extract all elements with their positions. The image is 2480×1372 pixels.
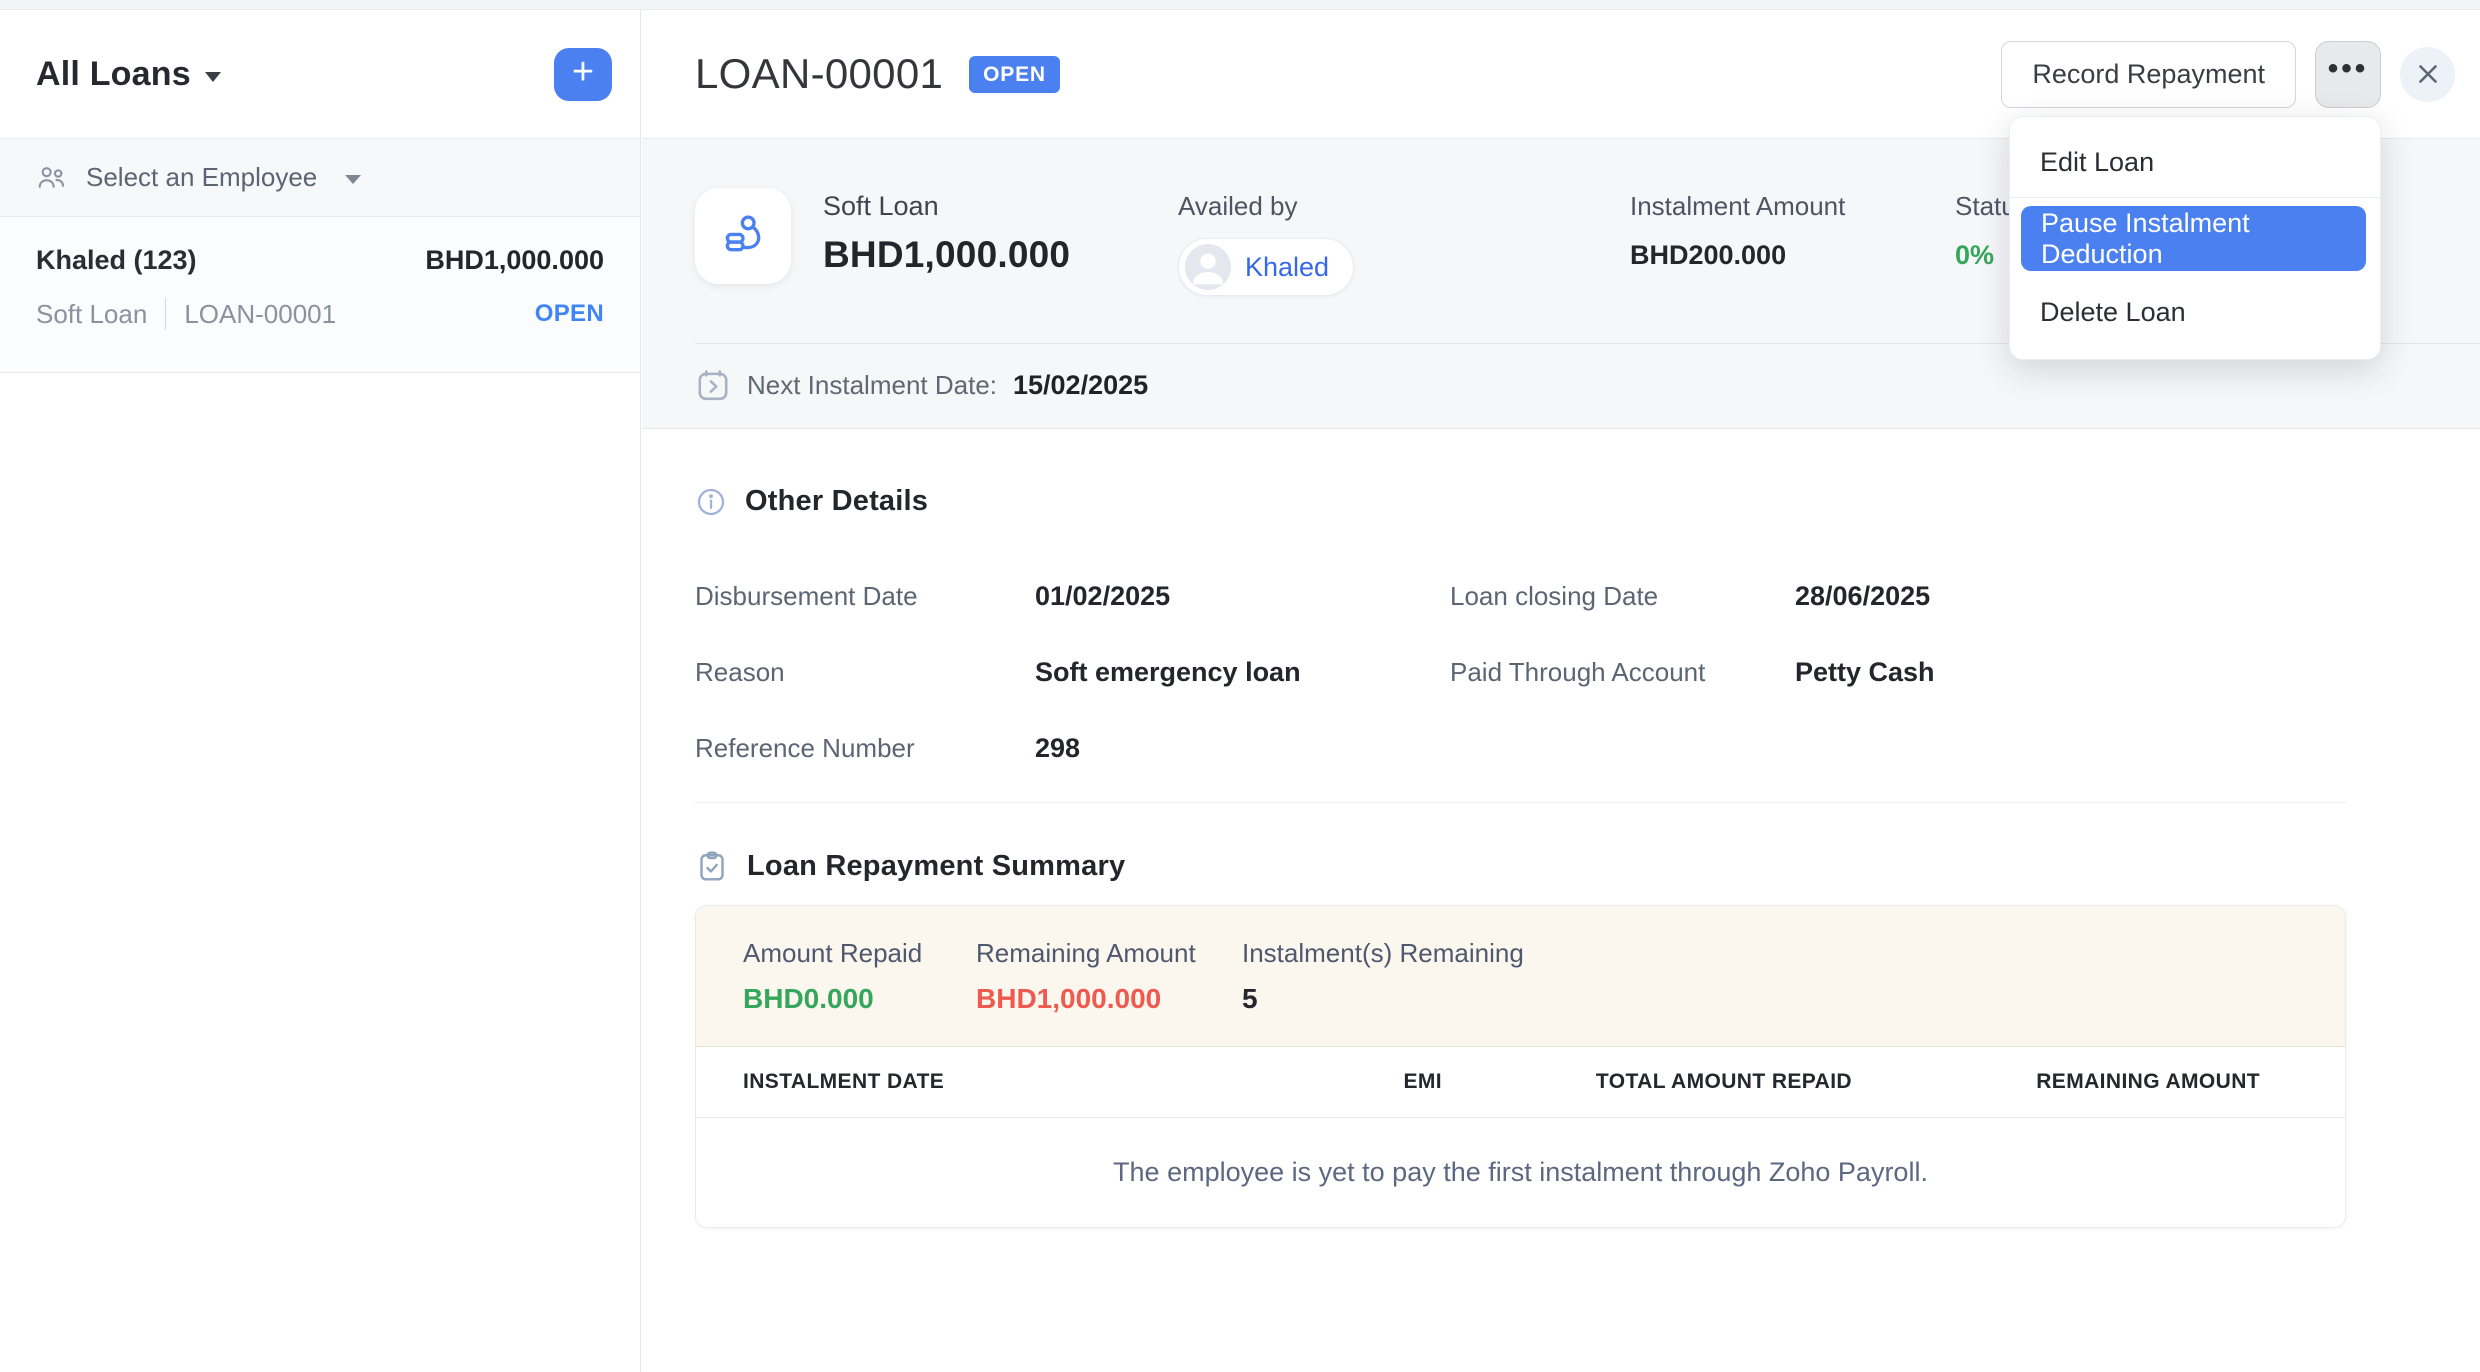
more-actions-menu: Edit Loan Pause Instalment Deduction Del… — [2009, 116, 2381, 360]
other-details-grid: Disbursement Date 01/02/2025 Loan closin… — [695, 558, 2346, 786]
info-icon — [695, 486, 727, 518]
divider — [165, 298, 166, 330]
instalment-amount-value: BHD200.000 — [1630, 240, 1845, 271]
column-header: INSTALMENT DATE — [743, 1070, 1163, 1094]
repayment-table-header: INSTALMENT DATE EMI TOTAL AMOUNT REPAID … — [696, 1046, 2345, 1118]
instalment-amount-label: Instalment Amount — [1630, 191, 1845, 222]
add-loan-button[interactable]: + — [554, 48, 612, 101]
field-value: 298 — [1035, 733, 1450, 764]
money-bag-icon — [718, 211, 768, 261]
instalment-amount-group: Instalment Amount BHD200.000 — [1630, 191, 1845, 271]
next-instalment-label: Next Instalment Date: — [747, 370, 997, 401]
loan-type: Soft Loan — [36, 299, 147, 330]
loan-list-item[interactable]: Khaled (123) BHD1,000.000 Soft Loan LOAN… — [0, 217, 640, 373]
menu-item-delete-loan[interactable]: Delete Loan — [2010, 281, 2380, 343]
field-label: Paid Through Account — [1450, 657, 1795, 688]
loan-status-badge: OPEN — [535, 300, 604, 328]
employee-link[interactable]: Khaled — [1245, 252, 1329, 283]
stat-value: BHD1,000.000 — [976, 983, 1242, 1015]
plus-icon: + — [572, 53, 594, 91]
chevron-down-icon — [205, 72, 221, 82]
repayment-stats: Amount Repaid BHD0.000 Remaining Amount … — [696, 906, 2345, 1046]
chevron-down-icon — [345, 175, 361, 184]
clipboard-check-icon — [695, 849, 729, 883]
loan-item-row-secondary: Soft Loan LOAN-00001 OPEN — [36, 298, 604, 330]
other-details-title: Other Details — [745, 485, 928, 518]
loan-type-label: Soft Loan — [823, 191, 1070, 222]
top-strip — [0, 0, 2480, 10]
loan-details-screen: All Loans + Select an Employee Khaled (1… — [0, 0, 2480, 1372]
field-label: Loan closing Date — [1450, 581, 1795, 612]
repayment-table-empty-state: The employee is yet to pay the first ins… — [696, 1118, 2345, 1227]
avatar — [1185, 244, 1231, 290]
column-header: REMAINING AMOUNT — [1852, 1070, 2260, 1094]
stat-label: Remaining Amount — [976, 938, 1242, 969]
loan-amount-value: BHD1,000.000 — [823, 234, 1070, 276]
header-actions: Record Repayment ••• — [2001, 41, 2455, 108]
repayment-summary-card: Amount Repaid BHD0.000 Remaining Amount … — [695, 905, 2346, 1228]
loan-amount-group: Soft Loan BHD1,000.000 — [823, 191, 1070, 276]
record-repayment-button[interactable]: Record Repayment — [2001, 41, 2296, 108]
column-header: EMI — [1163, 1070, 1442, 1094]
availed-by-group: Availed by Khaled — [1178, 191, 1354, 296]
stat-label: Amount Repaid — [743, 938, 976, 969]
status-badge: OPEN — [969, 56, 1060, 93]
employee-filter-dropdown[interactable]: Select an Employee — [0, 139, 640, 217]
more-actions-button[interactable]: ••• — [2315, 41, 2381, 108]
stat-instalments-remaining: Instalment(s) Remaining 5 — [1242, 938, 1524, 1015]
empty-state-message: The employee is yet to pay the first ins… — [1113, 1157, 1928, 1188]
page-title: LOAN-00001 — [695, 50, 943, 98]
stat-value: BHD0.000 — [743, 983, 976, 1015]
field-label: Reference Number — [695, 733, 1035, 764]
stat-remaining-amount: Remaining Amount BHD1,000.000 — [976, 938, 1242, 1015]
loan-amount: BHD1,000.000 — [425, 245, 604, 276]
divider — [695, 802, 2346, 803]
stat-amount-repaid: Amount Repaid BHD0.000 — [743, 938, 976, 1015]
stat-value: 5 — [1242, 983, 1524, 1015]
other-details-header: Other Details — [695, 485, 2346, 518]
repayment-summary-title: Loan Repayment Summary — [747, 850, 1125, 883]
loan-item-row-primary: Khaled (123) BHD1,000.000 — [36, 245, 604, 276]
availed-by-label: Availed by — [1178, 191, 1354, 222]
employee-filter-label: Select an Employee — [86, 162, 317, 193]
loan-detail-content: Other Details Disbursement Date 01/02/20… — [642, 429, 2480, 1372]
close-button[interactable] — [2400, 47, 2455, 102]
loan-icon-tile — [695, 188, 791, 284]
menu-item-pause-instalment-deduction[interactable]: Pause Instalment Deduction — [2021, 206, 2366, 271]
next-instalment-row: Next Instalment Date: 15/02/2025 — [695, 367, 1148, 403]
field-value: Petty Cash — [1795, 657, 2346, 688]
field-label: Reason — [695, 657, 1035, 688]
employee-chip[interactable]: Khaled — [1178, 238, 1354, 296]
calendar-next-icon — [695, 367, 731, 403]
sidebar-header: All Loans + — [0, 10, 640, 139]
people-icon — [36, 162, 68, 194]
loans-filter-dropdown[interactable]: All Loans — [36, 55, 221, 94]
field-value: Soft emergency loan — [1035, 657, 1450, 688]
close-icon — [2415, 61, 2441, 87]
repayment-summary-header: Loan Repayment Summary — [695, 849, 2346, 883]
employee-name: Khaled (123) — [36, 245, 197, 276]
field-value: 28/06/2025 — [1795, 581, 2346, 612]
loans-sidebar: All Loans + Select an Employee Khaled (1… — [0, 10, 641, 1372]
next-instalment-date: 15/02/2025 — [1013, 370, 1148, 401]
user-icon — [1185, 244, 1231, 290]
sidebar-title: All Loans — [36, 55, 191, 94]
field-label: Disbursement Date — [695, 581, 1035, 612]
menu-item-edit-loan[interactable]: Edit Loan — [2010, 131, 2380, 193]
loan-number: LOAN-00001 — [184, 299, 336, 330]
divider — [2010, 197, 2380, 198]
stat-label: Instalment(s) Remaining — [1242, 938, 1524, 969]
column-header: TOTAL AMOUNT REPAID — [1442, 1070, 1852, 1094]
field-value: 01/02/2025 — [1035, 581, 1450, 612]
